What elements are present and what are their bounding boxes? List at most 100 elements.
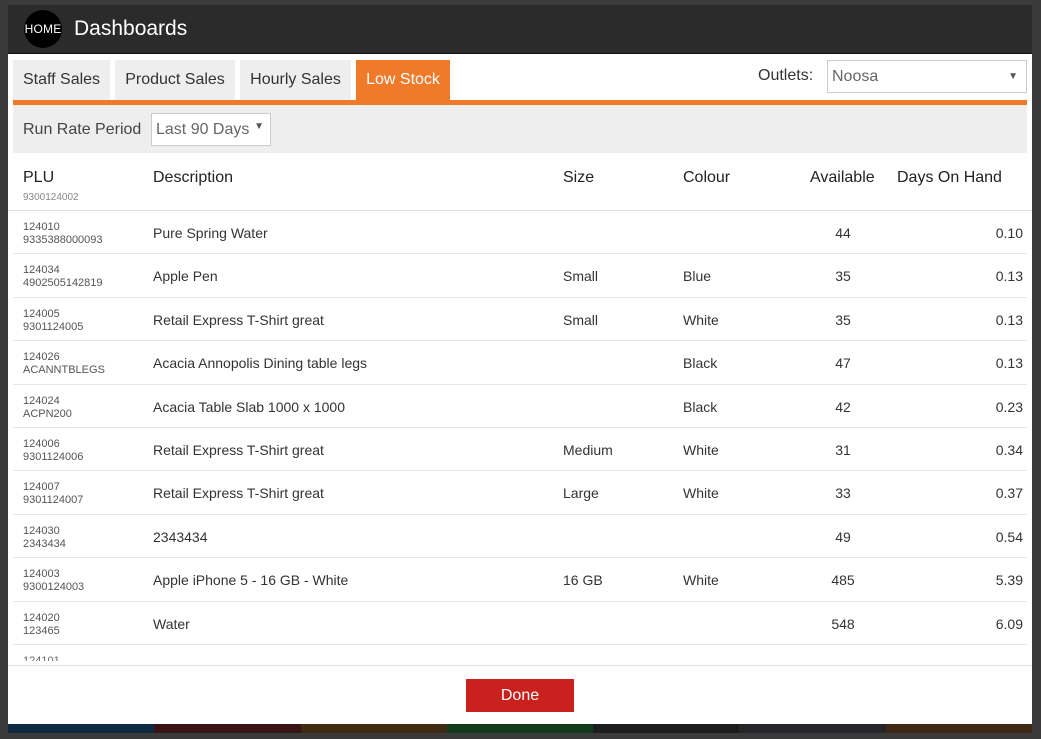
barcode: ACPN200 [23,407,72,420]
colour-cell: Black [683,398,718,415]
outlet-selected-value: Noosa [832,67,879,85]
plu-code: 124034 [23,264,60,277]
barcode: 9301124006 [23,450,84,463]
days-on-hand-cell: 0.13 [995,268,1023,285]
description-cell: Apple Pen [153,268,218,285]
plu-code: 124024 [23,394,60,407]
plu-code: 124003 [23,568,60,581]
plu-cell: 124003 9300124003 [23,568,84,594]
column-header-size[interactable]: Size [563,169,594,187]
table-row[interactable]: 124007 9301124007 Retail Express T-Shirt g… [13,471,1027,515]
colour-cell: Blue [683,268,712,285]
table-row[interactable]: 124020 123465 Water 548 6.09 [13,602,1027,645]
table-row[interactable]: 124034 4902505142819 Apple Pen Small Blue 35 0… [13,254,1027,298]
table-row[interactable]: 124006 9301124006 Retail Express T-Shirt g… [13,428,1027,472]
plu-cell: 124007 9301124007 [23,481,83,507]
barcode: 9301124007 [23,494,84,507]
done-button[interactable]: Done [466,679,574,712]
run-rate-label: Run Rate Period [23,121,142,138]
strip-segment [154,724,301,733]
barcode: 9300124003 [23,581,85,594]
days-on-hand-cell: 0.37 [995,485,1023,502]
outlets-label: Outlets: [758,67,814,84]
barcode: ACANNTBLEGS [23,364,105,377]
column-header-description[interactable]: Description [153,169,233,187]
plu-code: 124030 [23,524,60,537]
plu-code: 124006 [23,437,60,450]
size-cell: Medium [563,441,613,458]
available-cell: 49 [835,528,851,545]
description-cell: 2343434 [153,528,208,545]
colour-cell: White [683,572,719,589]
dashboard-window: HOME Dashboards Staff Sales Product Sale… [8,5,1032,731]
column-header-available[interactable]: Available [810,169,875,187]
home-button[interactable]: HOME [24,10,62,48]
outlet-select[interactable]: Noosa ▼ [827,60,1027,93]
plu-cell: 124024 ACPN200 [23,395,72,421]
barcode: 9301124005 [23,320,84,333]
column-header-plu[interactable]: PLU [23,169,54,187]
size-cell: Small [563,268,599,285]
days-on-hand-cell: 6.09 [995,615,1023,632]
tab-low-stock[interactable]: Low Stock [356,60,450,100]
plu-cell: 124034 4902505142819 [23,264,103,290]
partial-row-text: 124101 [23,654,60,661]
plu-cell: 124005 9301124005 [23,308,83,334]
column-header-days-on-hand[interactable]: Days On Hand [897,169,1002,187]
strip-segment [739,724,886,733]
strip-segment [8,724,155,733]
colour-cell: White [683,311,719,328]
description-cell: Acacia Table Slab 1000 x 1000 [153,398,345,415]
table-row[interactable]: 124024 ACPN200 Acacia Table Slab 1000 x 10… [13,385,1027,428]
bottom-color-strip [8,724,1032,733]
table-row[interactable]: 124003 9300124003 Apple iPhone 5 - 16 GB -… [13,558,1027,602]
strip-segment [885,724,1032,733]
strip-segment [593,724,740,733]
colour-cell: White [683,485,719,502]
tab-staff-sales[interactable]: Staff Sales [13,60,110,100]
plu-cell: 124010 9335388000093 [23,221,103,247]
barcode: 9335388000093 [23,234,103,246]
table-row[interactable]: 124005 9301124005 Retail Express T-Shirt g… [13,298,1027,342]
description-cell: Retail Express T-Shirt great [153,485,324,502]
available-cell: 485 [831,572,855,589]
description-cell: Retail Express T-Shirt great [153,311,324,328]
tab-product-sales[interactable]: Product Sales [115,60,235,100]
barcode: 4902505142819 [23,277,103,290]
plu-cell: 124030 2343434 [23,525,66,551]
description-cell: Apple iPhone 5 - 16 GB - White [153,572,349,589]
chevron-down-icon: ▼ [1008,71,1018,82]
days-on-hand-cell: 0.13 [995,355,1023,372]
barcode: 2343434 [23,537,66,550]
table-row[interactable]: 124026 ACANNTBLEGS Acacia Annopolis Dining… [13,341,1027,385]
partial-row-text: 9300124002 [23,193,79,201]
available-cell: 42 [835,398,851,415]
plu-cell: 124026 ACANNTBLEGS [23,351,105,377]
plu-cell: 124020 123465 [23,612,60,638]
table-row[interactable]: 124030 2343434 2343434 49 0.54 [13,515,1027,559]
plu-code: 124010 [23,221,60,233]
description-cell: Pure Spring Water [153,225,268,241]
available-cell: 47 [835,355,851,372]
partial-row: 124101 [13,645,1027,661]
low-stock-table[interactable]: 124010 9335388000093 Pure Spring Water 44 0.… [8,211,1032,665]
plu-code: 124026 [23,351,60,364]
days-on-hand-cell: 0.54 [995,528,1023,545]
available-cell: 31 [835,441,851,458]
plu-code: 124005 [23,307,60,320]
days-on-hand-cell: 5.39 [995,572,1023,589]
run-rate-select[interactable]: Last 90 Days ▼ [151,113,271,146]
app-header: HOME Dashboards [8,5,1032,54]
table-row[interactable]: 124010 9335388000093 Pure Spring Water 44 0.… [13,211,1027,255]
colour-cell: White [683,441,719,458]
tab-hourly-sales[interactable]: Hourly Sales [240,60,351,100]
column-header-colour[interactable]: Colour [683,169,730,187]
size-cell: Large [563,485,599,502]
days-on-hand-cell: 0.13 [995,311,1023,328]
table-header: PLU Description Size Colour Available Da… [8,153,1032,211]
strip-segment [446,724,594,733]
days-on-hand-cell: 0.23 [995,398,1023,415]
run-rate-selected-value: Last 90 Days [156,120,250,138]
description-cell: Water [153,615,190,632]
footer-bar: Done [8,665,1032,731]
